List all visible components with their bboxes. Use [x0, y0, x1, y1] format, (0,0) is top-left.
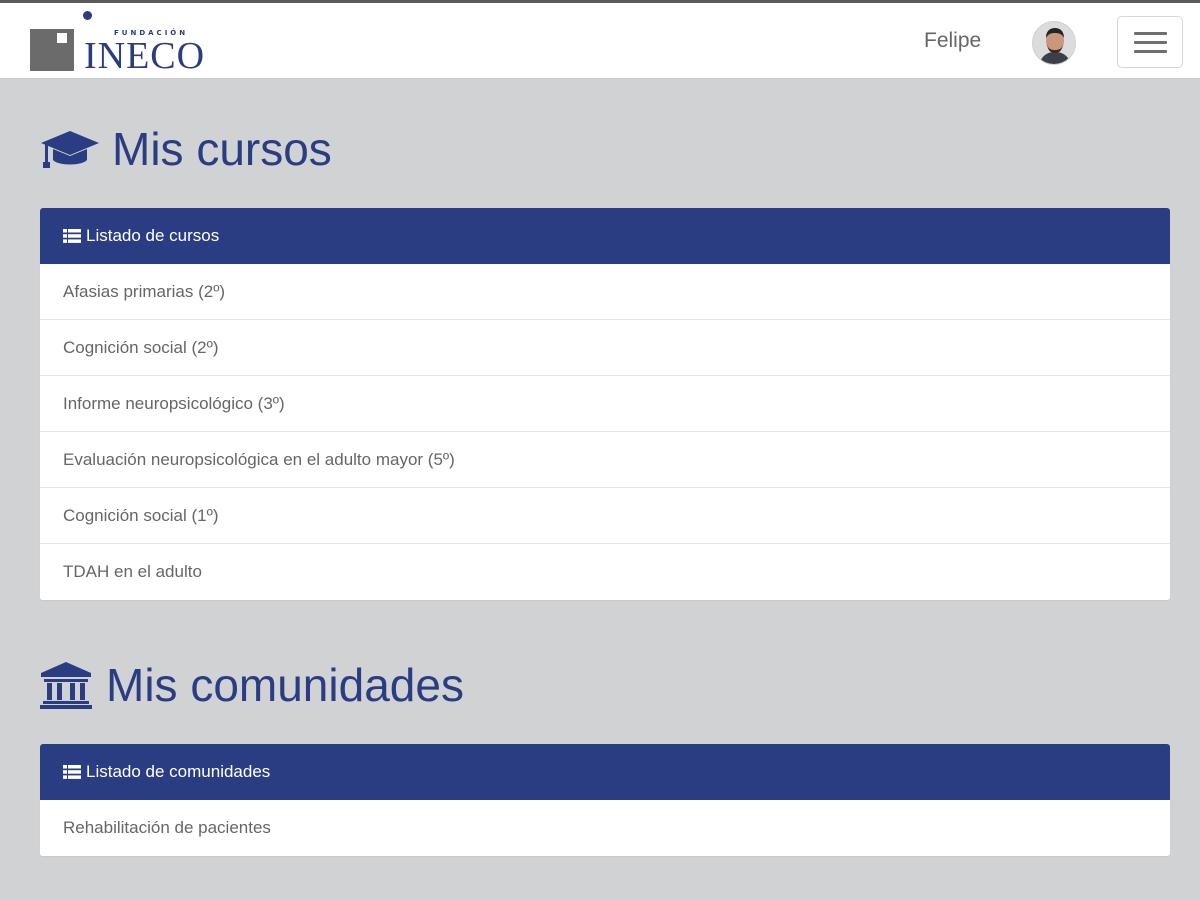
- courses-panel-heading: Listado de cursos: [40, 208, 1170, 264]
- courses-section-title: Mis cursos: [40, 122, 332, 176]
- hamburger-icon: [1134, 32, 1167, 35]
- communities-panel-title: Listado de comunidades: [86, 762, 271, 781]
- graduation-cap-icon: [40, 125, 100, 173]
- course-item[interactable]: Cognición social (1º): [40, 488, 1170, 544]
- course-item[interactable]: Evaluación neuropsicológica en el adulto…: [40, 432, 1170, 488]
- course-item[interactable]: TDAH en el adulto: [40, 544, 1170, 600]
- courses-panel: Listado de cursos Afasias primarias (2º)…: [40, 208, 1170, 600]
- top-navbar: FUNDACIÓN INECO Felipe: [0, 3, 1200, 79]
- communities-panel-heading: Listado de comunidades: [40, 744, 1170, 800]
- course-item[interactable]: Informe neuropsicológico (3º): [40, 376, 1170, 432]
- courses-panel-title: Listado de cursos: [86, 226, 220, 245]
- communities-panel: Listado de comunidades Rehabilitación de…: [40, 744, 1170, 856]
- logo-mark: [30, 29, 74, 71]
- list-icon: [63, 229, 81, 243]
- courses-heading: Mis cursos: [112, 123, 332, 175]
- communities-section-title: Mis comunidades: [40, 658, 464, 712]
- list-icon: [63, 765, 81, 779]
- institution-icon: [40, 660, 92, 710]
- logo-dot: [83, 11, 92, 20]
- community-item[interactable]: Rehabilitación de pacientes: [40, 800, 1170, 856]
- course-item[interactable]: Cognición social (2º): [40, 320, 1170, 376]
- course-item[interactable]: Afasias primarias (2º): [40, 264, 1170, 320]
- menu-toggle-button[interactable]: [1117, 16, 1183, 68]
- avatar-photo: [1033, 22, 1075, 64]
- user-avatar[interactable]: [1032, 21, 1076, 65]
- ineco-logo[interactable]: FUNDACIÓN INECO: [30, 7, 205, 75]
- communities-heading: Mis comunidades: [106, 659, 464, 711]
- logo-wordmark: INECO: [84, 35, 206, 77]
- user-name[interactable]: Felipe: [924, 29, 981, 53]
